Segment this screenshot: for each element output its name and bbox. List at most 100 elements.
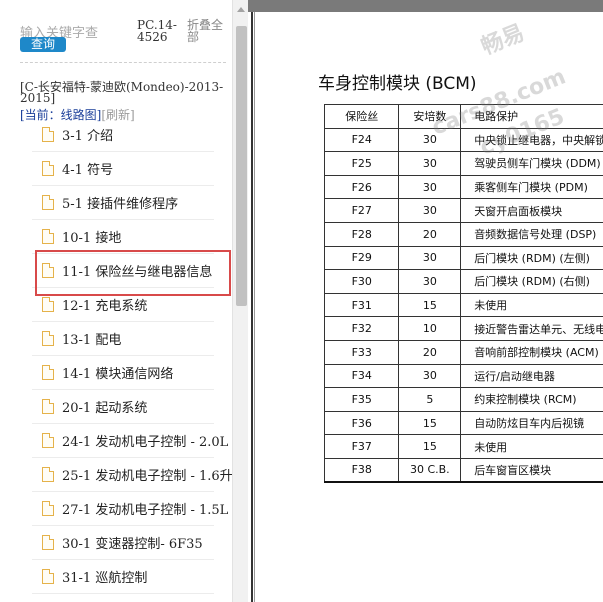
scrollbar-thumb[interactable]	[236, 26, 247, 306]
toc-item[interactable]: 3-1 介绍	[32, 118, 214, 152]
watermark-text: 畅易	[477, 20, 529, 61]
document-page-edge	[251, 12, 255, 602]
toc-item-label: 5-1 接插件维修程序	[62, 197, 179, 212]
table-cell: 30	[398, 363, 462, 389]
document-icon	[42, 365, 54, 380]
table-row: F29 30 后门模块 (RDM) (左侧)	[323, 245, 603, 271]
table-cell: 天窗开启面板模块	[460, 198, 603, 223]
table-row: F36 15 自动防炫目车内后视镜	[323, 410, 603, 436]
table-cell: F35	[323, 387, 400, 412]
table-cell: 30	[398, 151, 462, 176]
toc-item[interactable]: 12-1 充电系统	[32, 288, 214, 322]
table-cell: 未使用	[460, 434, 603, 459]
search-button[interactable]: 查询	[20, 37, 66, 52]
scroll-up-icon[interactable]	[237, 7, 245, 12]
table-cell: 约束控制模块 (RCM)	[460, 387, 603, 412]
toc-item-label: 4-1 符号	[62, 163, 114, 178]
table-cell: F33	[323, 339, 400, 365]
toc-item[interactable]: 20-1 起动系统	[32, 390, 214, 424]
toc-item-label: 31-1 巡航控制	[62, 571, 148, 586]
table-row: F31 15 未使用	[323, 292, 603, 318]
column-header-circuit: 电路保护	[460, 104, 603, 129]
sidebar-scrollbar[interactable]	[232, 0, 248, 602]
table-cell: 音响前部控制模块 (ACM)	[460, 339, 603, 365]
left-panel: 输入关键字查 查询 PC.14-4526 折叠全部 [C-长安福特-蒙迪欧(Mo…	[0, 0, 248, 602]
toc-item-label: 13-1 配电	[62, 333, 122, 348]
document-icon	[42, 263, 54, 278]
table-cell: 20	[398, 221, 462, 247]
table-cell: 中央锁止继电器，中央解锁	[460, 127, 603, 153]
table-row: F30 30 后门模块 (RDM) (右侧)	[323, 269, 603, 294]
document-icon	[42, 467, 54, 482]
table-cell: 后门模块 (RDM) (右侧)	[460, 269, 603, 294]
table-cell: 乘客侧车门模块 (PDM)	[460, 174, 603, 200]
table-row: F26 30 乘客侧车门模块 (PDM)	[323, 174, 603, 200]
document-icon	[42, 161, 54, 176]
document-icon	[42, 433, 54, 448]
toc-item-label: 25-1 发动机电子控制 - 1.6升	[62, 469, 233, 484]
fuse-table-body: F24 30 中央锁止继电器，中央解锁 F25 30 驾驶员侧车门模块 (DDM) F26 3…	[323, 127, 603, 483]
table-row: F32 10 接近警告雷达单元、无线电	[323, 316, 603, 341]
table-cell: F34	[323, 363, 400, 389]
toc-item[interactable]: 25-1 发动机电子控制 - 1.6升	[32, 458, 233, 492]
collapse-all-button[interactable]: 折叠全部	[187, 19, 227, 43]
table-row: F28 20 音频数据信号处理 (DSP)	[323, 221, 603, 247]
table-cell: F31	[323, 292, 400, 318]
toc-item[interactable]: 14-1 模块通信网络	[32, 356, 214, 390]
table-cell: 30	[398, 198, 462, 223]
document-pane: 车身控制模块 (BCM) 保险丝 安培数 电路保护 F24 30 中央锁止继电器，中…	[248, 0, 603, 602]
table-cell: 15	[398, 434, 462, 459]
table-header-row: 保险丝 安培数 电路保护	[323, 104, 603, 129]
toc-item[interactable]: 5-1 接插件维修程序	[32, 186, 214, 220]
document-icon	[42, 331, 54, 346]
table-cell: F29	[323, 245, 400, 271]
doc-code: PC.14-4526	[137, 18, 177, 44]
toc-item-label: 12-1 充电系统	[62, 299, 148, 314]
toc-item[interactable]: 27-1 发动机电子控制 - 1.5L	[32, 492, 228, 526]
toc-item[interactable]: 11-1 保险丝与继电器信息	[32, 254, 214, 288]
document-icon	[42, 399, 54, 414]
toc-item[interactable]: 10-1 接地	[32, 220, 214, 254]
table-cell: 30 C.B.	[398, 457, 462, 483]
toc-item[interactable]: 4-1 符号	[32, 152, 214, 186]
table-cell: 30	[398, 174, 462, 200]
table-cell: F25	[323, 151, 400, 176]
table-row: F24 30 中央锁止继电器，中央解锁	[323, 127, 603, 153]
table-row: F38 30 C.B. 后车窗盲区模块	[323, 457, 603, 483]
toc-item[interactable]: 30-1 变速器控制- 6F35	[32, 526, 214, 560]
table-cell: 驾驶员侧车门模块 (DDM)	[460, 151, 603, 176]
toc-list: 3-1 介绍 4-1 符号 5-1 接插件维修程序 10-1 接地 11-1 保险丝与继…	[32, 118, 233, 594]
table-cell: F32	[323, 316, 400, 341]
table-cell: 自动防炫目车内后视镜	[460, 410, 603, 436]
table-cell: 30	[398, 269, 462, 294]
table-cell: 30	[398, 245, 462, 271]
toc-item-label: 24-1 发动机电子控制 - 2.0L	[62, 435, 229, 450]
table-cell: 15	[398, 292, 462, 318]
table-cell: 20	[398, 339, 462, 365]
toc-item-label: 30-1 变速器控制- 6F35	[62, 537, 203, 552]
table-cell: 音频数据信号处理 (DSP)	[460, 221, 603, 247]
divider	[20, 62, 226, 63]
column-header-amperage: 安培数	[398, 104, 462, 129]
table-cell: F28	[323, 221, 400, 247]
table-cell: 10	[398, 316, 462, 341]
document-icon	[42, 297, 54, 312]
section-title: 车身控制模块 (BCM)	[318, 74, 477, 94]
document-icon	[42, 501, 54, 516]
table-cell: F24	[323, 127, 400, 153]
table-cell: 5	[398, 387, 462, 412]
table-cell: F27	[323, 198, 400, 223]
table-cell: 后车窗盲区模块	[460, 457, 603, 483]
toc-item[interactable]: 13-1 配电	[32, 322, 214, 356]
table-cell: 30	[398, 127, 462, 153]
table-cell: F26	[323, 174, 400, 200]
toc-item-label: 10-1 接地	[62, 231, 122, 246]
toc-item-label: 20-1 起动系统	[62, 401, 148, 416]
document-icon	[42, 127, 54, 142]
column-header-fuse: 保险丝	[323, 104, 400, 129]
toc-item[interactable]: 31-1 巡航控制	[32, 560, 214, 594]
toc-item[interactable]: 24-1 发动机电子控制 - 2.0L	[32, 424, 228, 458]
table-cell: F36	[323, 410, 400, 436]
table-cell: F38	[323, 457, 400, 483]
table-cell: 接近警告雷达单元、无线电	[460, 316, 603, 341]
